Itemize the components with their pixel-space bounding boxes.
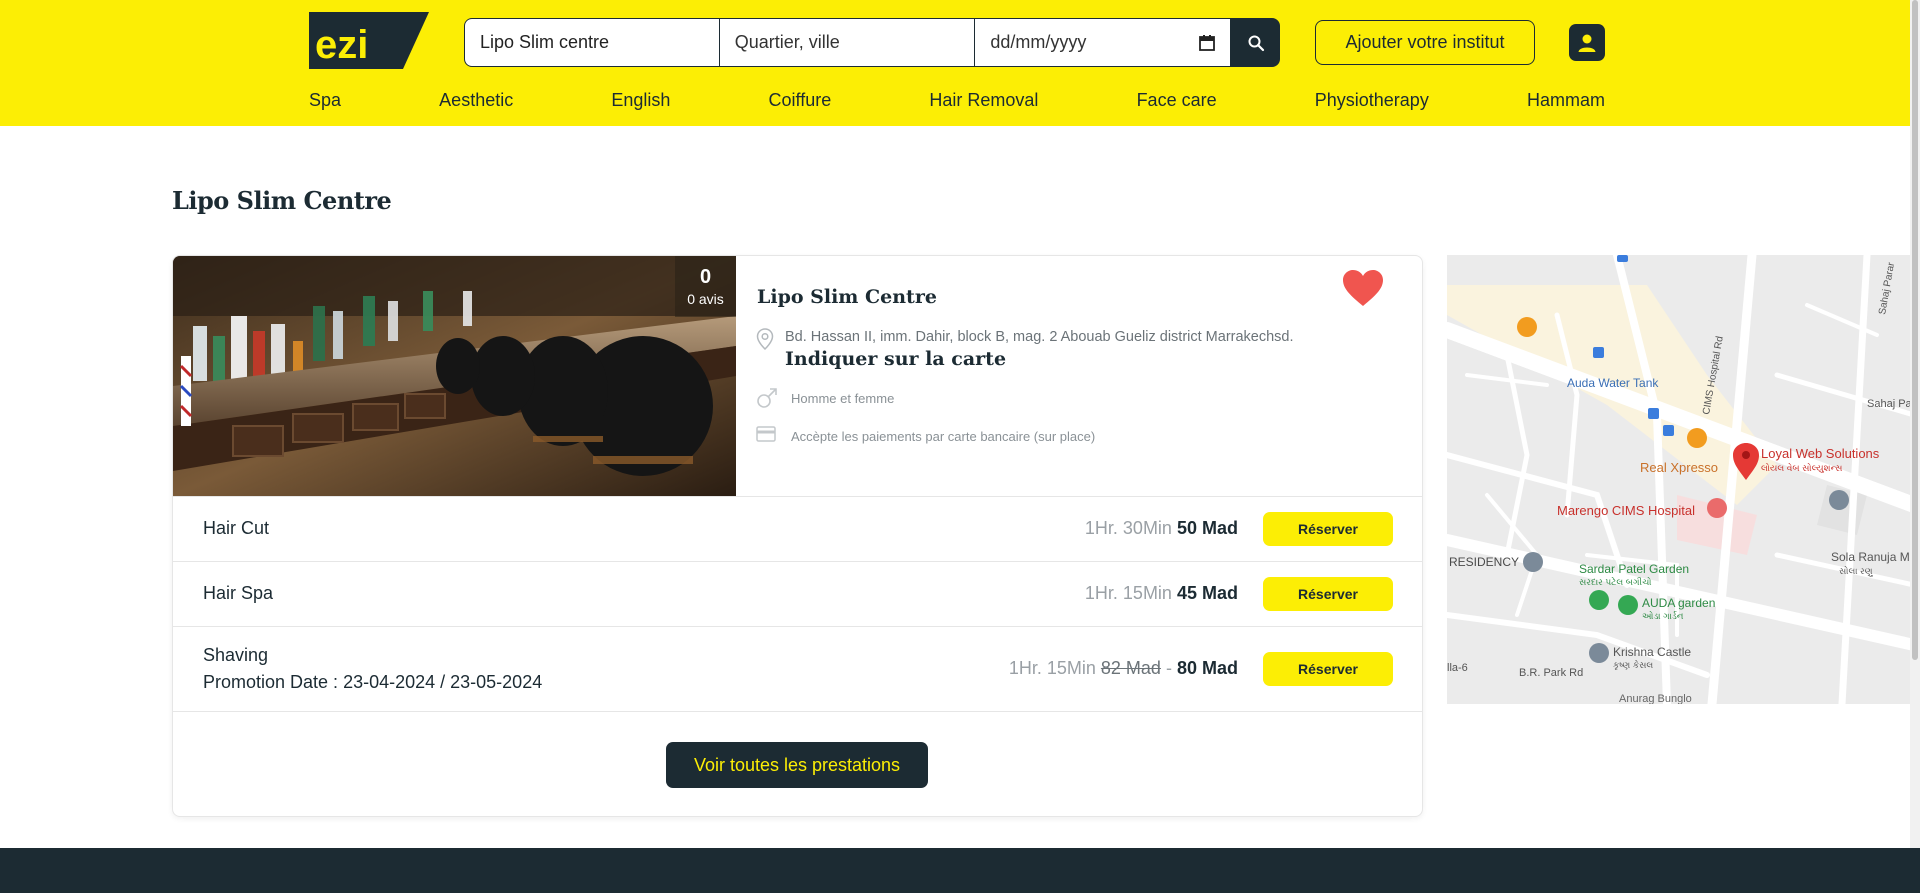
map-label: સોલા રણુ [1839,565,1873,577]
service-current-price: 45 Mad [1176,583,1238,603]
service-name: Hair Cut [203,518,270,538]
book-button[interactable]: Réserver [1263,512,1393,546]
map-label: Sola Ranuja M [1831,550,1910,564]
nav-item-physiotherapy[interactable]: Physiotherapy [1315,90,1429,111]
map-label: કૃષ્ણ કેસલ [1613,659,1653,670]
salon-info: Lipo Slim Centre Bd. Hassan II, imm. Dah… [736,256,1422,496]
rating-count: 0 [699,266,712,288]
scrollbar-thumb[interactable] [1912,0,1918,660]
service-price: 1Hr. 30Min 50 Mad [1085,518,1238,539]
salon-search-input[interactable]: Lipo Slim centre [464,18,720,67]
service-price: 1Hr. 15Min 82 Mad - 80 Mad [1009,658,1238,679]
map-label: RESIDENCY [1449,555,1519,569]
service-current-price: 80 Mad [1176,658,1238,678]
site-footer [0,848,1920,893]
map-label: lla-6 [1447,662,1468,674]
nav-item-aesthetic[interactable]: Aesthetic [439,90,513,111]
salon-name: Lipo Slim Centre [757,286,937,308]
map-label: લોયલ વેબ સોલ્યુશન્સ [1761,462,1842,473]
location-map[interactable]: Auda Water Tank Real Xpresso Loyal Web S… [1447,255,1914,704]
payment-info: Accèpte les paiements par carte bancaire… [791,429,1096,444]
nav-item-coiffure[interactable]: Coiffure [769,90,832,111]
favorite-heart-icon[interactable] [1341,268,1385,308]
salon-address: Bd. Hassan II, imm. Dahir, block B, mag.… [785,329,1294,345]
service-duration: 1Hr. 15Min [1008,658,1096,678]
date-input[interactable]: dd/mm/yyyy [975,18,1232,67]
nav-item-hair-removal[interactable]: Hair Removal [929,90,1038,111]
map-label: Sardar Patel Garden [1579,562,1689,576]
page-title: Lipo Slim Centre [172,186,392,215]
book-button[interactable]: Réserver [1263,577,1393,611]
nav-item-english[interactable]: English [611,90,670,111]
book-button[interactable]: Réserver [1263,652,1393,686]
show-on-map-link[interactable]: Indiquer sur la carte [785,348,1006,370]
credit-card-icon [756,426,776,442]
salon-card: 0 0 avis Lipo Slim Centre Bd. Hassan II,… [172,255,1423,817]
service-old-price: 82 Mad [1100,658,1161,678]
rating-label: 0 avis [687,291,724,307]
search-button[interactable] [1231,18,1281,67]
location-input[interactable]: Quartier, ville [719,18,976,67]
add-institute-button[interactable]: Ajouter votre institut [1315,20,1535,65]
category-nav: Spa Aesthetic English Coiffure Hair Remo… [309,90,1605,111]
calendar-icon[interactable] [1198,34,1216,52]
search-icon [1248,35,1264,51]
map-label: Auda Water Tank [1567,376,1659,390]
see-all-services-button[interactable]: Voir toutes les prestations [666,742,928,788]
service-current-price: 50 Mad [1176,518,1238,538]
nav-item-face-care[interactable]: Face care [1137,90,1217,111]
map-label: Loyal Web Solutions [1761,446,1880,461]
map-label: B.R. Park Rd [1519,667,1583,679]
service-row: Shaving Promotion Date : 23-04-2024 / 23… [173,626,1422,711]
map-label: Krishna Castle [1613,645,1691,659]
map-label: Real Xpresso [1640,460,1718,475]
ezi-logo[interactable]: ezi [309,12,429,69]
logo-text: ezi [315,23,368,67]
service-name: Hair Spa [203,583,274,603]
promotion-date: Promotion Date : 23-04-2024 / 23-05-2024 [203,672,543,692]
service-row: Hair Cut 1Hr. 30Min 50 Mad Réserver [173,496,1422,561]
map-label: Marengo CIMS Hospital [1557,503,1695,518]
user-icon [1578,34,1596,52]
service-price: 1Hr. 15Min 45 Mad [1085,583,1238,604]
map-label: સરદાર પટેલ બગીચો [1579,576,1652,587]
gender-info: Homme et femme [791,391,895,406]
service-duration: 1Hr. 15Min [1084,583,1172,603]
price-separator: - [1165,658,1172,678]
nav-item-spa[interactable]: Spa [309,90,341,111]
rating-badge: 0 0 avis [675,256,736,317]
nav-item-hammam[interactable]: Hammam [1527,90,1605,111]
service-name: Shaving [203,645,269,665]
account-button[interactable] [1569,24,1605,61]
service-row: Hair Spa 1Hr. 15Min 45 Mad Réserver [173,561,1422,626]
service-duration: 1Hr. 30Min [1084,518,1172,538]
gender-icon [757,388,777,408]
map-label: ઓડા ગાર્ડન [1642,610,1684,621]
map-label: Sahaj Pa [1867,398,1913,410]
salon-photo: 0 0 avis [173,256,736,496]
site-header: ezi Lipo Slim centre Quartier, ville dd/… [0,0,1920,126]
date-placeholder: dd/mm/yyyy [990,32,1087,52]
map-label: AUDA garden [1642,596,1715,610]
location-pin-icon [756,328,774,350]
search-bar: Lipo Slim centre Quartier, ville dd/mm/y… [464,18,1281,67]
map-label: Anurag Bunglo [1619,693,1692,704]
